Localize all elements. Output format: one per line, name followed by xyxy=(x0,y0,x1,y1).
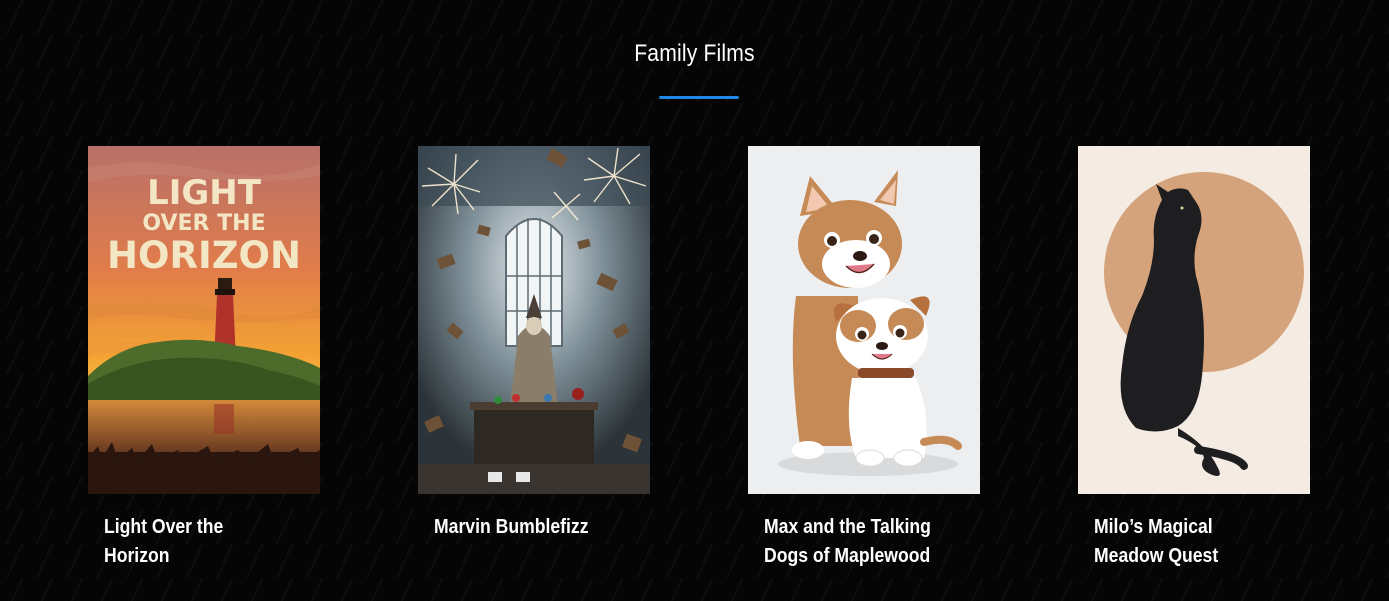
film-card[interactable]: Milo’s Magical Meadow Quest xyxy=(1078,146,1310,571)
poster-text-line2: OVER THE xyxy=(142,211,265,236)
film-poster[interactable] xyxy=(418,146,650,494)
film-poster[interactable]: LIGHT OVER THE HORIZON xyxy=(88,146,320,494)
film-title[interactable]: Milo’s Magical Meadow Quest xyxy=(1094,513,1270,571)
film-poster[interactable] xyxy=(1078,146,1310,494)
wizard-library-fireworks-poster-icon xyxy=(418,146,650,494)
film-title[interactable]: Light Over the Horizon xyxy=(104,513,280,571)
lighthouse-sunset-poster-icon: LIGHT OVER THE HORIZON xyxy=(88,146,320,494)
film-card[interactable]: Marvin Bumblefizz xyxy=(418,146,650,542)
poster-text-line3: HORIZON xyxy=(107,234,301,277)
film-poster[interactable] xyxy=(748,146,980,494)
cartoon-dogs-poster-icon xyxy=(748,146,980,494)
title-underline xyxy=(659,96,739,99)
film-title[interactable]: Max and the Talking Dogs of Maplewood xyxy=(764,513,940,571)
film-card[interactable]: LIGHT OVER THE HORIZON Light Over the Ho… xyxy=(88,146,320,571)
film-card[interactable]: Max and the Talking Dogs of Maplewood xyxy=(748,146,980,571)
black-cat-silhouette-poster-icon xyxy=(1078,146,1310,494)
section-title: Family Films xyxy=(634,40,755,67)
poster-text-line1: LIGHT xyxy=(147,173,262,213)
film-title[interactable]: Marvin Bumblefizz xyxy=(434,513,610,542)
